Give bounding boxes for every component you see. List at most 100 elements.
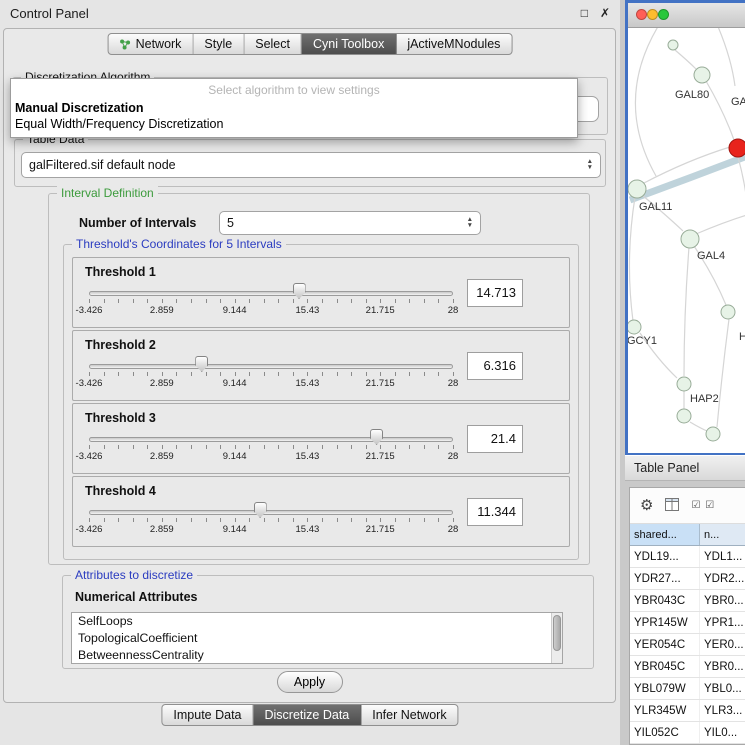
- network-node[interactable]: [677, 377, 691, 391]
- scale-label: 15.43: [296, 378, 320, 389]
- scrollbar-thumb[interactable]: [553, 615, 561, 651]
- network-edge: [716, 28, 735, 86]
- scale-label: 15.43: [296, 305, 320, 316]
- columns-icon[interactable]: [665, 498, 679, 514]
- threshold-value-field[interactable]: 6.316: [467, 352, 523, 380]
- table-panel-window: ⚙ ☑ ☑ shared... n... YDL19...YDL1...YDR2…: [629, 487, 745, 745]
- table-row[interactable]: YER054CYER0...: [630, 634, 745, 656]
- network-node[interactable]: [694, 67, 710, 83]
- node-label: GA: [731, 96, 745, 108]
- network-window-titlebar[interactable]: [628, 3, 745, 28]
- num-intervals-combobox[interactable]: 5 ▲ ▼: [219, 211, 481, 235]
- tab-infer-network[interactable]: Infer Network: [361, 705, 457, 725]
- tab-discretize-data[interactable]: Discretize Data: [254, 705, 362, 725]
- scale-label: 2.859: [150, 378, 174, 389]
- network-canvas[interactable]: GAL80GAGAL11GAL4GCY1HHAP2: [628, 28, 745, 453]
- tab-label: Style: [204, 37, 232, 51]
- num-intervals-label: Number of Intervals: [79, 216, 196, 230]
- traffic-light[interactable]: [647, 9, 658, 20]
- tab-network[interactable]: Network: [109, 34, 194, 54]
- node-label: GCY1: [628, 335, 657, 347]
- gear-icon[interactable]: ⚙: [640, 498, 653, 513]
- scrollbar[interactable]: [551, 613, 562, 663]
- float-window-icon[interactable]: □: [581, 6, 588, 20]
- table-row[interactable]: YBL079WYBL0...: [630, 678, 745, 700]
- table-row[interactable]: YDR27...YDR2...: [630, 568, 745, 590]
- node-label: H: [739, 331, 745, 343]
- table-row[interactable]: YLR345WYLR3...: [630, 700, 745, 722]
- network-node[interactable]: [706, 427, 720, 441]
- table-row[interactable]: YDL19...YDL1...: [630, 546, 745, 568]
- apply-button[interactable]: Apply: [277, 671, 343, 693]
- combobox-value: galFiltered.sif default node: [29, 158, 176, 172]
- scale-label: 28: [448, 451, 459, 462]
- attribute-list-item[interactable]: BetweennessCentrality: [72, 647, 562, 664]
- table-cell: YER054C: [630, 634, 700, 655]
- traffic-light[interactable]: [636, 9, 647, 20]
- scale-label: 2.859: [150, 451, 174, 462]
- table-panel-titlebar: Table Panel: [625, 455, 745, 481]
- attributes-list[interactable]: SelfLoopsTopologicalCoefficientBetweenne…: [71, 612, 563, 664]
- node-label: GAL4: [697, 250, 725, 262]
- tab-impute-data[interactable]: Impute Data: [162, 705, 253, 725]
- group-title: Interval Definition: [57, 186, 158, 200]
- network-node[interactable]: [628, 320, 641, 334]
- table-cell: YIL0...: [700, 722, 745, 743]
- tab-label: Discretize Data: [265, 708, 350, 722]
- tab-label: jActiveMNodules: [407, 37, 500, 51]
- numerical-attributes-label: Numerical Attributes: [75, 590, 197, 604]
- table-data-group: Table Data galFiltered.sif default node …: [14, 139, 606, 187]
- popup-option-manual-discretization[interactable]: Manual Discretization: [11, 100, 577, 116]
- network-node-selected[interactable]: [729, 139, 745, 157]
- popup-option-equal-width-frequency[interactable]: Equal Width/Frequency Discretization: [11, 116, 577, 132]
- node-label: GAL11: [639, 201, 672, 213]
- network-node[interactable]: [681, 230, 699, 248]
- scale-label: 28: [448, 378, 459, 389]
- network-node[interactable]: [628, 180, 646, 198]
- traffic-light[interactable]: [658, 9, 669, 20]
- tab-style[interactable]: Style: [193, 34, 244, 54]
- attribute-list-item[interactable]: TopologicalCoefficient: [72, 630, 562, 647]
- table-cell: YLR3...: [700, 700, 745, 721]
- group-title: Attributes to discretize: [71, 568, 197, 582]
- threshold-value-field[interactable]: 21.4: [467, 425, 523, 453]
- attribute-list-item[interactable]: SelfLoops: [72, 613, 562, 630]
- table-row[interactable]: YBR045CYBR0...: [630, 656, 745, 678]
- threshold-block: Threshold 1-3.4262.8599.14415.4321.71528…: [72, 257, 570, 328]
- tab-cyni-toolbox[interactable]: Cyni Toolbox: [302, 34, 396, 54]
- columns-icon-glyph: [665, 498, 679, 511]
- network-node[interactable]: [668, 40, 678, 50]
- table-cell: YBL0...: [700, 678, 745, 699]
- thresholds-group: Threshold's Coordinates for 5 Intervals …: [63, 244, 579, 560]
- scale-label: -3.426: [76, 524, 103, 535]
- select-columns-icon[interactable]: ☑ ☑: [691, 501, 715, 511]
- combobox-stepper-icon: ▲ ▼: [467, 217, 473, 229]
- control-panel-window: Control Panel □ ✗ Discretization Algorit…: [0, 0, 620, 745]
- table-row[interactable]: YPR145WYPR1...: [630, 612, 745, 634]
- table-data-combobox[interactable]: galFiltered.sif default node ▲ ▼: [21, 152, 601, 178]
- table-row[interactable]: YIL052CYIL0...: [630, 722, 745, 744]
- top-tabstrip: Network Style SelectCyni Toolbox jActiveMNo…: [108, 33, 513, 55]
- network-edge: [696, 214, 745, 234]
- tab-select[interactable]: Select: [244, 34, 302, 54]
- tab-jactivemnodules[interactable]: jActiveMNodules: [396, 34, 511, 54]
- threshold-value-field[interactable]: 11.344: [467, 498, 523, 526]
- table-header: shared... n...: [630, 524, 745, 546]
- network-edge: [629, 197, 635, 321]
- table-row[interactable]: YBR043CYBR0...: [630, 590, 745, 612]
- column-header[interactable]: n...: [700, 524, 745, 545]
- scale-label: 21.715: [366, 378, 395, 389]
- threshold-blocks: Threshold 1-3.4262.8599.14415.4321.71528…: [72, 257, 570, 549]
- tab-label: Impute Data: [173, 708, 241, 722]
- scale-label: 2.859: [150, 524, 174, 535]
- scale-label: -3.426: [76, 305, 103, 316]
- scale-label: 21.715: [366, 524, 395, 535]
- column-header[interactable]: shared...: [630, 524, 700, 545]
- close-icon[interactable]: ✗: [600, 6, 610, 20]
- network-node[interactable]: [677, 409, 691, 423]
- table-body: YDL19...YDL1...YDR27...YDR2...YBR043CYBR…: [630, 546, 745, 744]
- threshold-value-field[interactable]: 14.713: [467, 279, 523, 307]
- network-node[interactable]: [721, 305, 735, 319]
- network-edge: [630, 155, 745, 200]
- table-cell: YER0...: [700, 634, 745, 655]
